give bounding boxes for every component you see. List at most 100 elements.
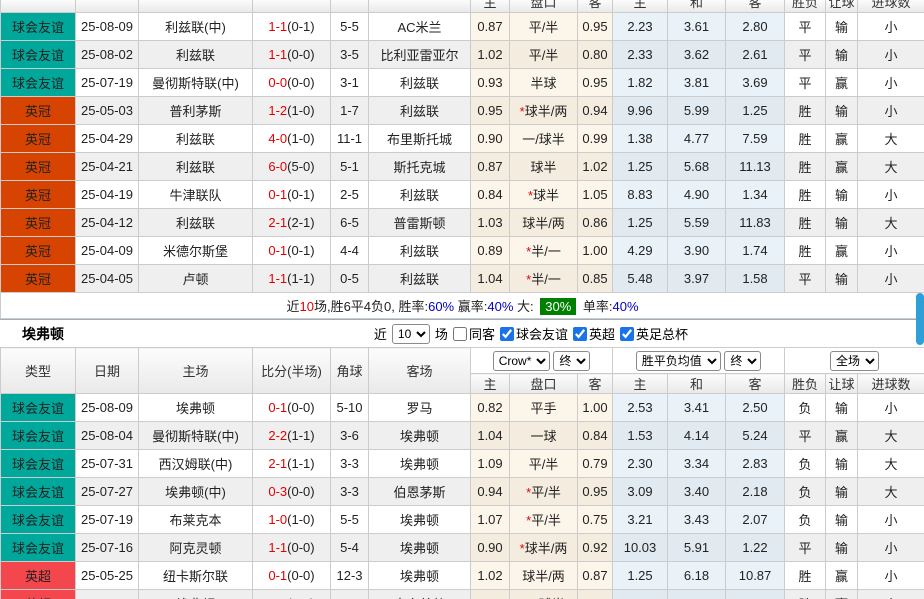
result-cell: 胜 [785,153,826,181]
date-cell: 25-08-09 [76,394,139,422]
near-label: 近 [374,324,387,343]
match-row: 英冠25-04-29利兹联4-0(1-0)11-1布里斯托城0.90一/球半0.… [1,125,924,153]
filter-fa-cup[interactable]: 英足总杯 [620,324,688,343]
col-header-away-odds: 客 [578,0,613,13]
euro-home-odds-cell: 8.83 [613,181,668,209]
result-cell: 胜 [785,590,826,599]
euro-draw-odds-cell: 3.62 [668,41,726,69]
away-team-cell: 利兹联 [369,97,471,125]
away-handicap-odds-cell: 0.99 [578,125,613,153]
euro-home-odds-cell: 2.53 [613,394,668,422]
euro-away-odds-cell: 1.74 [726,237,785,265]
handicap-result-cell: 输 [826,13,858,41]
euro-away-odds-cell: 5.24 [726,422,785,450]
score-cell: 2-0(2-0) [253,590,331,599]
result-cell: 胜 [785,562,826,590]
match-row: 英冠25-04-19牛津联队0-1(0-1)2-5利兹联0.84*球半1.058… [1,181,924,209]
games-label: 场 [435,324,448,343]
score-cell: 6-0(5-0) [253,153,331,181]
fa-cup-checkbox[interactable] [620,327,634,341]
home-team-cell: 利兹联 [139,209,253,237]
home-team-cell: 埃弗顿 [139,590,253,599]
corner-cell: 0-5 [331,265,369,293]
goals-total-cell: 小 [858,41,924,69]
score-cell: 2-1(1-1) [253,450,331,478]
score-cell: 0-1(0-1) [253,237,331,265]
euro-draw-odds-cell: 5.59 [668,209,726,237]
home-team-cell: 曼彻斯特联(中) [139,422,253,450]
result-cell: 胜 [785,125,826,153]
score-cell: 0-1(0-0) [253,394,331,422]
euro-state-select[interactable]: 终 [724,351,761,371]
same-away-checkbox[interactable] [453,327,467,341]
away-handicap-odds-cell: 0.95 [578,69,613,97]
summary-segment: 单率: [579,299,612,314]
match-row: 英冠25-04-21利兹联6-0(5-0)5-1斯托克城0.87球半1.021.… [1,153,924,181]
home-handicap-odds-cell: 0.87 [471,153,510,181]
filter-friendly[interactable]: 球会友谊 [500,324,568,343]
away-team-cell: 利兹联 [369,181,471,209]
away-handicap-odds-cell: 0.95 [578,478,613,506]
euro-away-odds-cell: 1.34 [726,181,785,209]
top-table-partial-header: 主 盘口 客 主 和 客 胜负 让球 进球数 [1,0,924,13]
section-title: 埃弗顿 [22,324,64,344]
corner-cell: 5-10 [331,394,369,422]
handicap-result-cell: 输 [826,41,858,69]
premier-league-checkbox[interactable] [573,327,587,341]
euro-avg-select[interactable]: 胜平负均值 [636,351,721,371]
home-team-cell: 布莱克本 [139,506,253,534]
handicap-cell: *球半/两 [510,534,578,562]
col-header-euro-draw: 和 [668,0,726,13]
col-header-handicap: 盘口 [510,0,578,13]
euro-home-odds-cell: 2.33 [613,41,668,69]
away-handicap-odds-cell: 1.05 [578,181,613,209]
handicap-cell: *球半/两 [510,97,578,125]
goals-total-cell: 小 [858,506,924,534]
handicap-result-cell: 赢 [826,422,858,450]
home-team-cell: 普利茅斯 [139,97,253,125]
corner-cell: 1-7 [331,97,369,125]
handicap-result-cell: 输 [826,209,858,237]
scope-select[interactable]: 全场 [830,351,879,371]
recent-games-select[interactable]: 10 [392,324,430,344]
euro-draw-odds-cell: 3.43 [668,506,726,534]
away-handicap-odds-cell: 0.85 [578,265,613,293]
home-handicap-odds-cell: 0.87 [471,13,510,41]
corner-cell: 5-4 [331,534,369,562]
result-cell: 胜 [785,209,826,237]
corner-cell: 3-3 [331,478,369,506]
col-header-home-odds: 主 [471,374,510,394]
match-row: 英冠25-04-12利兹联2-1(2-1)6-5普雷斯顿1.03球半/两0.86… [1,209,924,237]
col-header-away: 客场 [369,348,471,394]
date-cell: 25-05-25 [76,562,139,590]
corner-cell: 6-5 [331,209,369,237]
home-handicap-odds-cell: 1.09 [471,450,510,478]
friendly-checkbox[interactable] [500,327,514,341]
euro-draw-odds-cell: 6.18 [668,562,726,590]
company-select[interactable]: Crow* [493,351,550,371]
date-cell: 25-04-29 [76,125,139,153]
away-team-cell: 利兹联 [369,265,471,293]
league-type-cell: 球会友谊 [1,41,76,69]
euro-away-odds-cell: 3.69 [726,69,785,97]
same-away-filter[interactable]: 同客 [453,324,495,343]
league-type-cell: 英冠 [1,265,76,293]
euro-away-odds-cell: 1.22 [726,534,785,562]
col-header-euro-home: 主 [613,374,668,394]
euro-away-odds-cell: 2.50 [726,394,785,422]
header-spacer [76,0,139,13]
euro-away-odds-cell: 1.25 [726,97,785,125]
result-cell: 胜 [785,97,826,125]
filter-premier-league[interactable]: 英超 [573,324,615,343]
header-spacer [139,0,253,13]
home-handicap-odds-cell: 1.07 [471,506,510,534]
company-state-select[interactable]: 终 [553,351,590,371]
away-team-cell: 普雷斯顿 [369,209,471,237]
handicap-result-cell: 赢 [826,153,858,181]
league-type-cell: 球会友谊 [1,506,76,534]
home-handicap-odds-cell: 0.93 [471,69,510,97]
handicap-cell: 平手 [510,394,578,422]
scrollbar-thumb[interactable] [916,293,924,345]
match-row: 球会友谊25-08-09利兹联(中)1-1(0-1)5-5AC米兰0.87平/半… [1,13,924,41]
match-row: 英冠25-05-03普利茅斯1-2(1-0)1-7利兹联0.95*球半/两0.9… [1,97,924,125]
